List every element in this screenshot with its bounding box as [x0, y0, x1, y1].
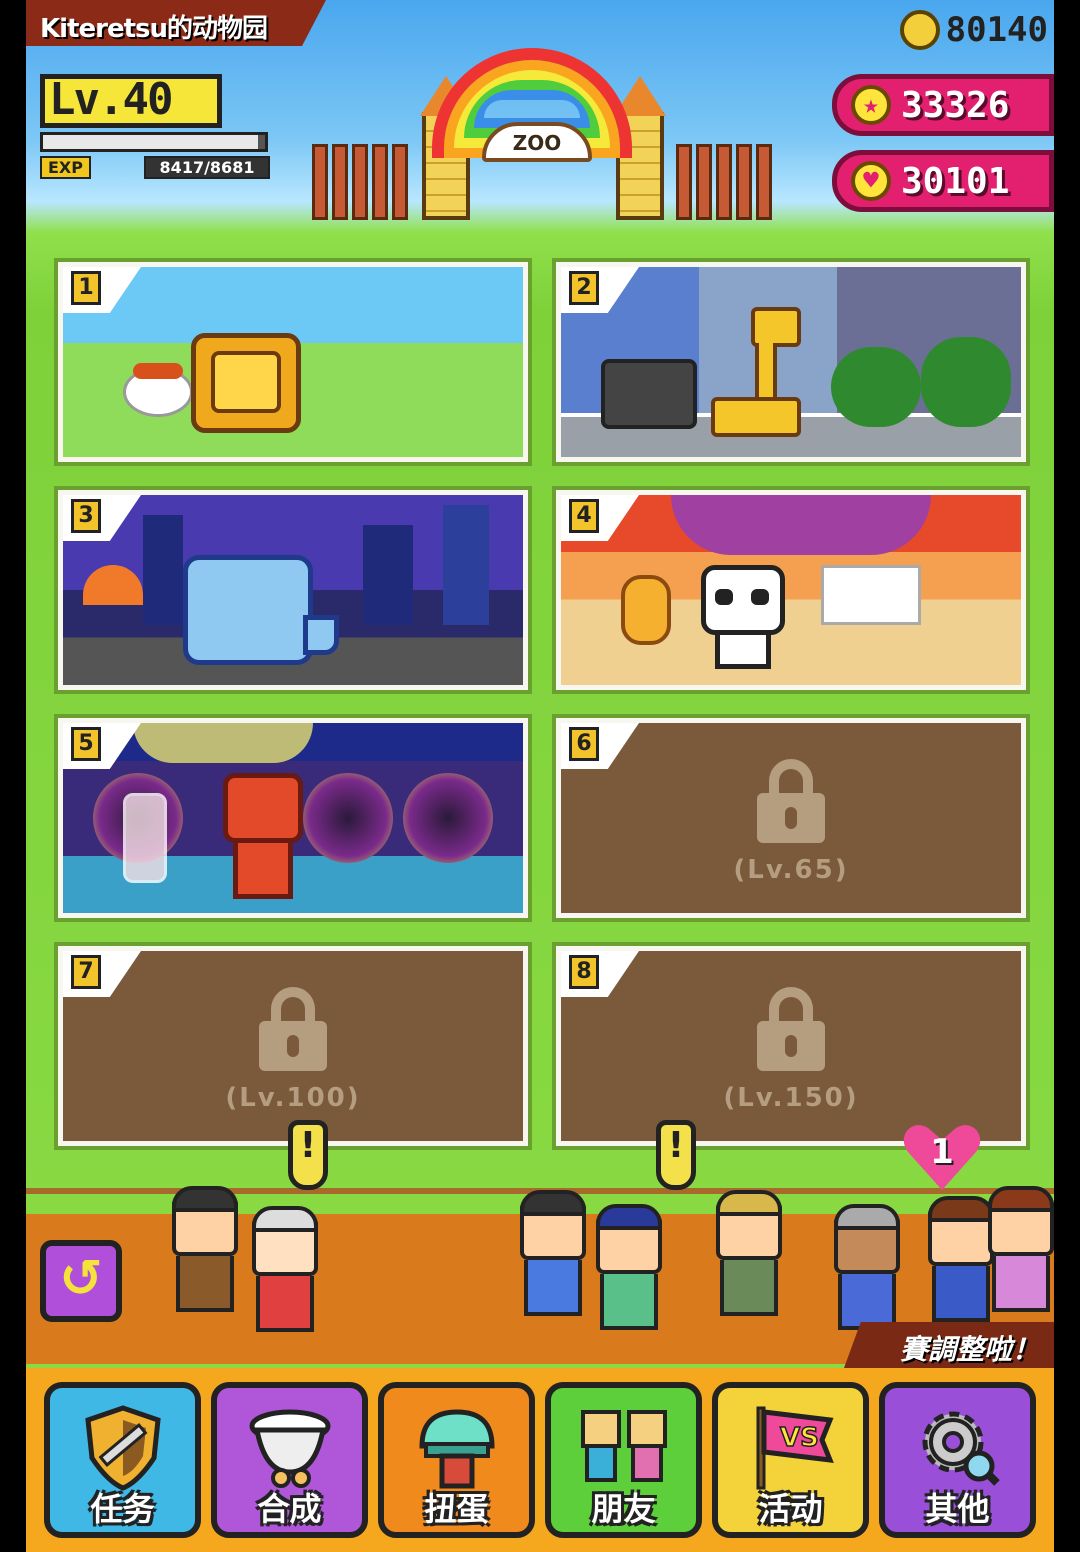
- unlock-requirement: (Lv.150): [723, 1083, 859, 1113]
- area-card-6-locked[interactable]: (Lv.65) 6: [556, 718, 1026, 918]
- notification-heart-badge[interactable]: 1: [902, 1122, 982, 1192]
- nav-gacha-button[interactable]: 扭蛋: [378, 1382, 535, 1538]
- night-city-scene: [63, 495, 523, 685]
- area-number-badge: 8: [561, 951, 639, 997]
- star-value: 33326: [901, 84, 1010, 126]
- coin-value: 80140: [945, 10, 1048, 50]
- panda-animal: [701, 565, 791, 675]
- alert-icon[interactable]: !: [656, 1120, 696, 1190]
- zoo-game-screen: Kiteretsu的动物园 Lv.40 EXP 8417/8681 ZOO 80…: [26, 0, 1054, 1552]
- elephant-animal: [183, 555, 343, 675]
- heart-counter[interactable]: ♥ 30101: [832, 150, 1054, 212]
- nav-other-button[interactable]: 其他: [879, 1382, 1036, 1538]
- meadow-scene: [63, 267, 523, 457]
- coin-counter: 80140: [899, 10, 1048, 50]
- star-icon: ★: [851, 85, 891, 125]
- nav-label: 任务: [90, 1490, 155, 1528]
- nav-friends-button[interactable]: 朋友: [545, 1382, 702, 1538]
- back-button[interactable]: ↺: [40, 1240, 122, 1322]
- lock-icon: [259, 987, 327, 1071]
- bottom-nav: 任务 合成 扭蛋 朋友 VS 活动 其他: [26, 1368, 1054, 1552]
- alert-icon[interactable]: !: [288, 1120, 328, 1190]
- nav-label: 其他: [925, 1490, 990, 1528]
- heart-icon: ♥: [851, 161, 891, 201]
- monkey-animal: [213, 773, 313, 903]
- area-card-3[interactable]: 3: [58, 490, 528, 690]
- shield-sword-icon: [84, 1405, 161, 1491]
- zookeeper-character[interactable]: [716, 1190, 782, 1316]
- visitor-character[interactable]: [520, 1190, 586, 1316]
- visitor-character[interactable]: [172, 1186, 238, 1312]
- vs-flag-icon: VS: [756, 1406, 834, 1490]
- zoo-name-banner: Kiteretsu的动物园: [26, 0, 326, 46]
- exp-label: EXP: [40, 156, 91, 179]
- exp-progress-bar: [40, 132, 268, 152]
- nav-label: 扭蛋: [424, 1490, 489, 1528]
- lock-icon: [757, 759, 825, 843]
- unlock-requirement: (Lv.65): [733, 855, 849, 885]
- area-number-badge: 6: [561, 723, 639, 769]
- capsule-icon: [418, 1409, 495, 1489]
- area-number-badge: 7: [63, 951, 141, 997]
- coin-icon: [899, 10, 940, 50]
- zoo-sign: ZOO: [482, 122, 592, 162]
- city-scene: [561, 267, 1021, 457]
- gear-icon: [922, 1411, 1000, 1486]
- giraffe-animal: [711, 307, 821, 447]
- friends-icon: [580, 1410, 667, 1482]
- visitor-character[interactable]: [928, 1196, 994, 1322]
- promo-banner[interactable]: 賽調整啦！: [844, 1322, 1054, 1368]
- svg-text:VS: VS: [780, 1423, 819, 1453]
- visitor-character[interactable]: [834, 1204, 900, 1330]
- gate-fence-right: [676, 144, 772, 220]
- nav-craft-button[interactable]: 合成: [211, 1382, 368, 1538]
- exp-progress-fill: [43, 135, 259, 149]
- zoo-name: Kiteretsu的动物园: [40, 14, 268, 44]
- nav-missions-button[interactable]: 任务: [44, 1382, 201, 1538]
- visitor-character[interactable]: [252, 1206, 318, 1332]
- psychedelic-scene: [63, 723, 523, 913]
- area-card-1[interactable]: 1: [58, 262, 528, 462]
- lock-icon: [757, 987, 825, 1071]
- area-card-4[interactable]: 4: [556, 490, 1026, 690]
- zoo-gate: ZOO: [312, 40, 772, 220]
- lion-animal: [191, 333, 319, 445]
- visitor-character[interactable]: [988, 1186, 1054, 1312]
- pot-icon: [249, 1409, 330, 1488]
- visitor-character[interactable]: [596, 1204, 662, 1330]
- area-card-7-locked[interactable]: (Lv.100) 7: [58, 946, 528, 1146]
- notification-count: 1: [930, 1132, 954, 1172]
- gate-fence-left: [312, 144, 408, 220]
- nav-label: 朋友: [591, 1490, 656, 1528]
- exp-value: 8417/8681: [144, 156, 270, 179]
- heart-value: 30101: [901, 160, 1010, 202]
- star-counter[interactable]: ★ 33326: [832, 74, 1054, 136]
- nav-label: 活动: [758, 1490, 823, 1528]
- nav-label: 合成: [257, 1490, 322, 1528]
- area-card-5[interactable]: 5: [58, 718, 528, 918]
- player-level: Lv.40: [40, 74, 222, 128]
- rabbit-animal: [123, 793, 167, 883]
- area-card-2[interactable]: 2: [556, 262, 1026, 462]
- nav-events-button[interactable]: VS 活动: [712, 1382, 869, 1538]
- sunset-scene: [561, 495, 1021, 685]
- unlock-requirement: (Lv.100): [225, 1083, 361, 1113]
- area-card-8-locked[interactable]: (Lv.150) 8: [556, 946, 1026, 1146]
